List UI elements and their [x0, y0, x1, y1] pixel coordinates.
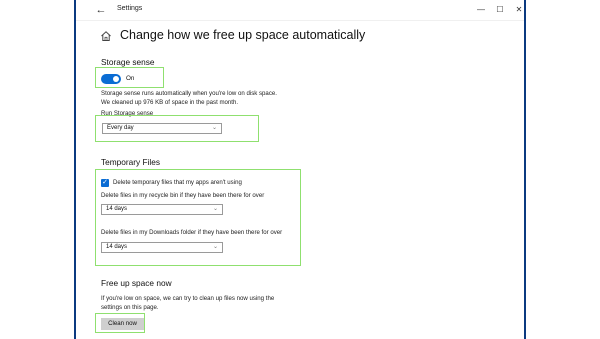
temporary-files-heading: Temporary Files [101, 157, 161, 167]
title-bar: ← Settings — ☐ ✕ [76, 0, 524, 21]
storage-sense-heading: Storage sense [101, 57, 155, 67]
close-button[interactable]: ✕ [512, 4, 526, 16]
window-title: Settings [117, 5, 143, 12]
clean-now-button[interactable]: Clean now [101, 318, 144, 330]
back-button[interactable]: ← [94, 3, 108, 17]
chevron-down-icon: ⌄ [212, 206, 218, 212]
cleaned-space-info: We cleaned up 976 KB of space in the pas… [101, 98, 239, 106]
downloads-dropdown[interactable]: 14 days ⌄ [101, 242, 223, 253]
minimize-button[interactable]: — [474, 4, 488, 16]
delete-temp-files-label: Delete temporary files that my apps aren… [113, 179, 242, 186]
free-up-description-2: settings on this page. [101, 303, 159, 311]
toggle-knob [113, 76, 119, 82]
chevron-down-icon: ⌄ [212, 244, 218, 250]
free-up-space-heading: Free up space now [101, 278, 172, 288]
free-up-description: If you're low on space, we can try to cl… [101, 295, 275, 302]
delete-temp-files-checkbox[interactable]: ✓ [101, 179, 109, 187]
page-title: Change how we free up space automaticall… [120, 28, 366, 42]
home-icon[interactable] [100, 29, 112, 41]
run-frequency-value: Every day [107, 125, 134, 131]
recycle-bin-dropdown[interactable]: 14 days ⌄ [101, 204, 223, 215]
page-header: Change how we free up space automaticall… [100, 26, 365, 44]
run-frequency-dropdown[interactable]: Every day ⌄ [102, 123, 222, 134]
storage-sense-toggle[interactable] [101, 74, 121, 84]
settings-window: ← Settings — ☐ ✕ Change how we free up s… [74, 0, 526, 339]
chevron-down-icon: ⌄ [211, 125, 217, 131]
recycle-bin-value: 14 days [106, 206, 128, 212]
toggle-state-label: On [126, 75, 135, 82]
storage-sense-description: Storage sense runs automatically when yo… [101, 90, 277, 97]
downloads-label: Delete files in my Downloads folder if t… [101, 229, 283, 236]
maximize-button[interactable]: ☐ [493, 4, 507, 16]
downloads-value: 14 days [106, 244, 128, 250]
recycle-bin-label: Delete files in my recycle bin if they h… [101, 192, 265, 199]
